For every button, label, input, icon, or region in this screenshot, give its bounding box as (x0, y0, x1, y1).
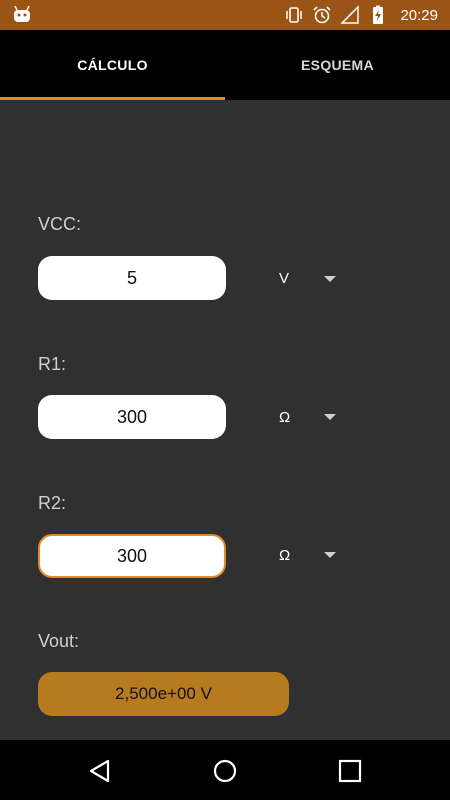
tab-calculo-label: CÁLCULO (77, 57, 148, 73)
android-icon (14, 6, 30, 22)
signal-icon (340, 5, 360, 24)
vcc-label: VCC: (38, 214, 82, 234)
r2-input[interactable]: 300 (38, 534, 226, 578)
tab-bar: CÁLCULO ESQUEMA (0, 30, 450, 100)
home-icon[interactable] (212, 758, 238, 784)
vcc-unit-dropdown-icon[interactable] (324, 276, 336, 282)
tab-esquema-label: ESQUEMA (301, 57, 374, 73)
r1-label: R1: (38, 354, 67, 374)
battery-charging-icon (373, 5, 384, 24)
vout-label: Vout: (38, 631, 80, 651)
r1-input[interactable]: 300 (38, 395, 226, 439)
navigation-bar (0, 740, 450, 800)
vcc-unit-select[interactable]: V (279, 270, 289, 287)
vout-result: 2,500e+00 V (38, 672, 289, 716)
alarm-icon (313, 6, 332, 24)
vcc-input[interactable]: 5 (38, 256, 226, 300)
tab-calculo[interactable]: CÁLCULO (0, 30, 225, 100)
status-bar: 20:29 (0, 0, 450, 30)
r1-unit-dropdown-icon[interactable] (324, 414, 336, 420)
r1-unit-select[interactable]: Ω (279, 409, 290, 426)
r2-unit-dropdown-icon[interactable] (324, 552, 336, 558)
status-time: 20:29 (400, 6, 438, 24)
vibrate-icon (286, 7, 303, 23)
r2-label: R2: (38, 493, 67, 513)
recents-icon[interactable] (337, 758, 363, 784)
r2-unit-select[interactable]: Ω (279, 547, 290, 564)
tab-esquema[interactable]: ESQUEMA (225, 30, 450, 100)
back-icon[interactable] (87, 758, 113, 784)
